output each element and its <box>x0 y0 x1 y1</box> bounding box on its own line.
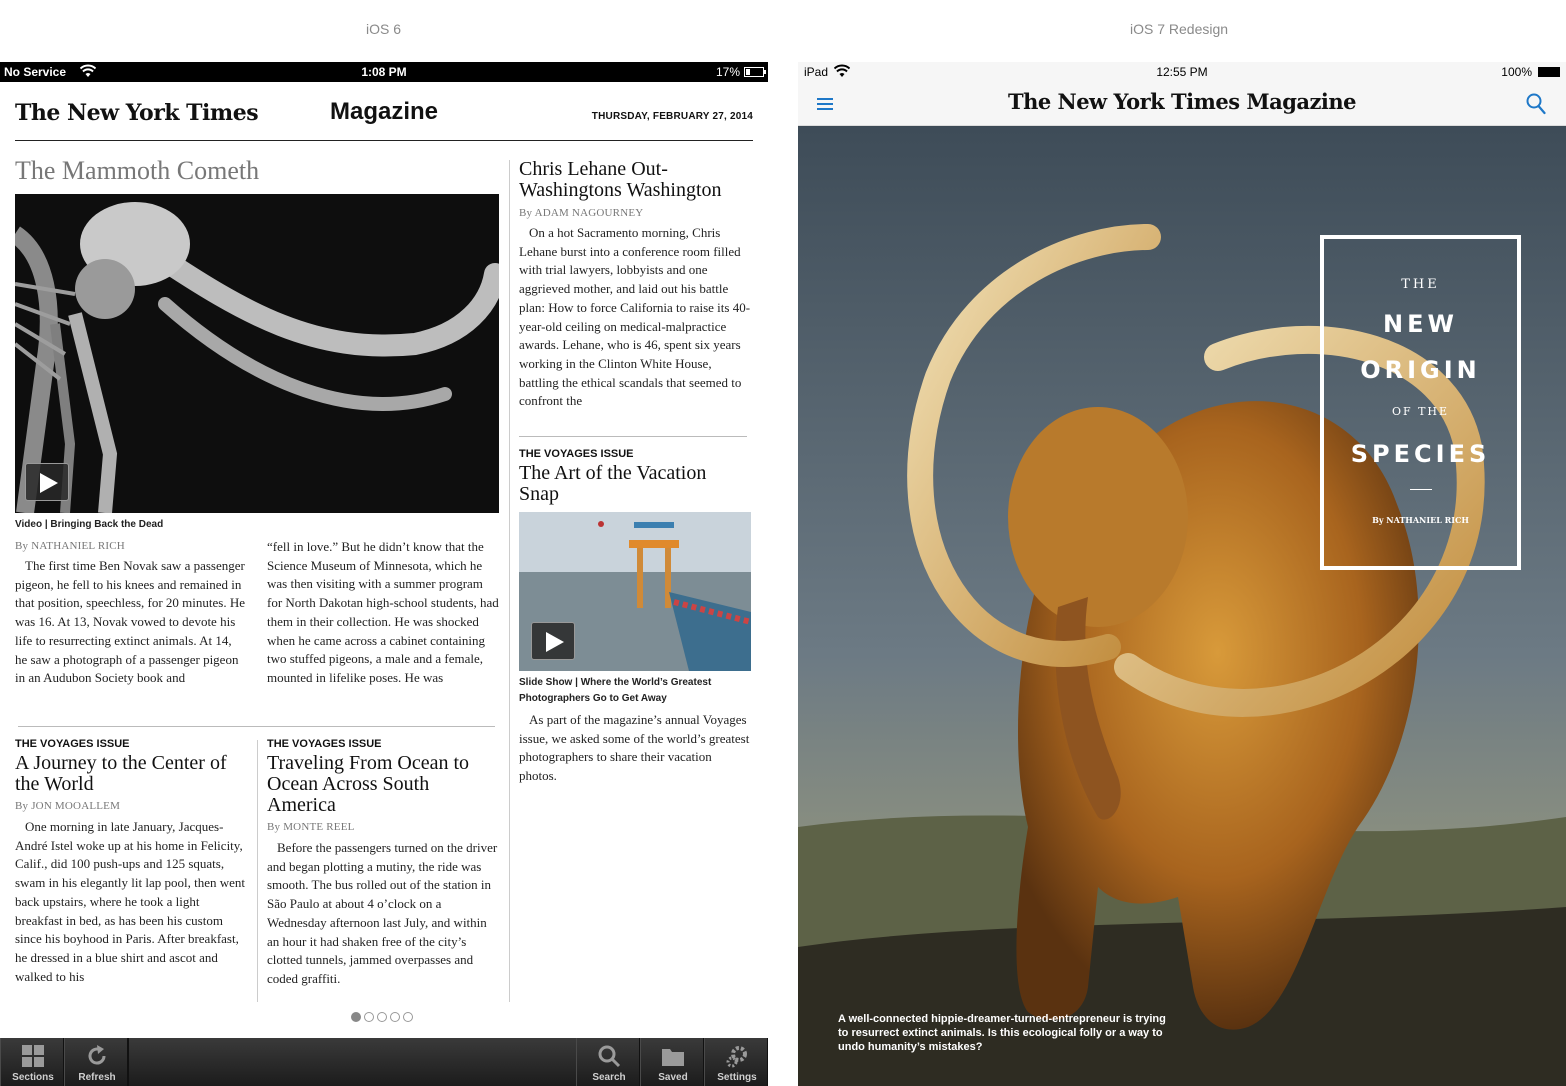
side1-body: On a hot Sacramento morning, Chris Lehan… <box>519 225 751 409</box>
side1-headline[interactable]: Chris Lehane Out-Washingtons Washington <box>519 159 749 201</box>
lead-video-thumbnail[interactable] <box>15 194 499 513</box>
lead-body-col1: The first time Ben Novak saw a passenger… <box>15 558 245 686</box>
cover-line-2: NEW <box>1383 310 1458 338</box>
navigation-bar: The New York Times Magazine <box>798 82 1566 126</box>
folder-icon <box>662 1049 684 1066</box>
page-dot[interactable] <box>377 1012 387 1022</box>
bottom1-headline[interactable]: A Journey to the Center of the World <box>15 753 247 795</box>
play-video-button[interactable] <box>25 463 69 501</box>
search-icon[interactable] <box>1526 93 1546 115</box>
bottom2-body: Before the passengers turned on the driv… <box>267 840 498 986</box>
page-dot[interactable] <box>364 1012 374 1022</box>
side2-slideshow-thumbnail[interactable] <box>519 512 751 671</box>
cover-caption: A well-connected hippie-dreamer-turned-e… <box>838 1013 1166 1053</box>
side-divider <box>519 436 747 437</box>
bottom1-body: One morning in late January, Jacques-And… <box>15 819 245 984</box>
ios7-screen: iPad 12:55 PM 100% The New York Times Ma… <box>798 62 1566 1086</box>
grid-icon <box>22 1045 44 1067</box>
mammoth-skeleton-image <box>15 194 499 513</box>
page-dot[interactable] <box>390 1012 400 1022</box>
side1-byline: By ADAM NAGOURNEY <box>519 207 644 219</box>
battery-icon <box>744 67 766 77</box>
search-label: Search <box>592 1072 626 1083</box>
magazine-cover[interactable]: THE NEW ORIGIN OF THE SPECIES By NATHANI… <box>798 127 1566 1086</box>
lead-body-col2: “fell in love.” But he didn’t know that … <box>267 539 499 685</box>
bottom-divider <box>18 726 495 727</box>
status-bar: No Service 1:08 PM 17% <box>0 62 768 82</box>
status-time: 12:55 PM <box>1156 65 1208 79</box>
header-rule <box>15 140 753 141</box>
status-bar: iPad 12:55 PM 100% <box>798 62 1566 82</box>
ios6-screen: No Service 1:08 PM 17% The New York Time… <box>0 62 768 1086</box>
page-dot[interactable] <box>351 1012 361 1022</box>
bottom-column-divider <box>257 740 258 1002</box>
lead-headline[interactable]: The Mammoth Cometh <box>15 156 259 186</box>
side2-media-caption[interactable]: Slide Show | Where the World’s Greatest … <box>519 675 751 707</box>
lead-byline: By NATHANIEL RICH <box>15 540 125 552</box>
bottom2-kicker: THE VOYAGES ISSUE <box>267 738 382 750</box>
play-icon <box>546 632 564 652</box>
cover-line-3: ORIGIN <box>1360 356 1481 384</box>
saved-button[interactable]: Saved <box>640 1038 704 1086</box>
saved-label: Saved <box>658 1072 688 1083</box>
cover-line-5: SPECIES <box>1350 440 1491 468</box>
play-slideshow-button[interactable] <box>531 622 575 660</box>
bottom2-headline[interactable]: Traveling From Ocean to Ocean Across Sou… <box>267 753 499 816</box>
refresh-button[interactable]: Refresh <box>64 1038 128 1086</box>
search-button[interactable]: Search <box>576 1038 640 1086</box>
sections-button[interactable]: Sections <box>0 1038 64 1086</box>
settings-button[interactable]: Settings <box>704 1038 768 1086</box>
toolbar-separator <box>128 1038 129 1086</box>
status-time: 1:08 PM <box>361 65 407 79</box>
cover-line-1: THE <box>1401 277 1440 292</box>
bottom1-kicker: THE VOYAGES ISSUE <box>15 738 130 750</box>
cover-rule <box>1410 489 1432 490</box>
search-icon <box>598 1045 621 1068</box>
bottom2-byline: By MONTE REEL <box>267 821 355 833</box>
column-divider <box>509 160 510 1002</box>
lead-media-caption[interactable]: Video | Bringing Back the Dead <box>15 517 163 533</box>
side2-headline[interactable]: The Art of the Vacation Snap <box>519 463 749 505</box>
battery-icon <box>1538 67 1560 77</box>
sections-label: Sections <box>12 1072 54 1083</box>
refresh-label: Refresh <box>78 1072 116 1083</box>
bottom-toolbar: Sections Refresh Search Saved Settings <box>0 1038 768 1086</box>
side2-kicker: THE VOYAGES ISSUE <box>519 448 634 460</box>
nyt-magazine-logo: The New York Times Magazine <box>1007 89 1357 114</box>
refresh-icon <box>88 1045 106 1065</box>
side2-body: As part of the magazine’s annual Voyages… <box>519 712 750 784</box>
ios7-label: iOS 7 Redesign <box>1130 21 1229 37</box>
edition-date: THURSDAY, FEBRUARY 27, 2014 <box>591 111 753 122</box>
page-dot[interactable] <box>403 1012 413 1022</box>
bottom1-byline: By JON MOOALLEM <box>15 800 121 812</box>
battery-percent: 17% <box>715 65 740 79</box>
play-icon <box>40 473 58 493</box>
page-indicator[interactable] <box>351 1012 413 1022</box>
ios6-label: iOS 6 <box>366 21 402 37</box>
gear-icon <box>726 1046 747 1068</box>
settings-label: Settings <box>717 1072 757 1083</box>
cover-byline: By NATHANIEL RICH <box>1372 515 1469 525</box>
battery-percent: 100% <box>1501 65 1532 79</box>
cover-line-4: OF THE <box>1391 405 1450 418</box>
